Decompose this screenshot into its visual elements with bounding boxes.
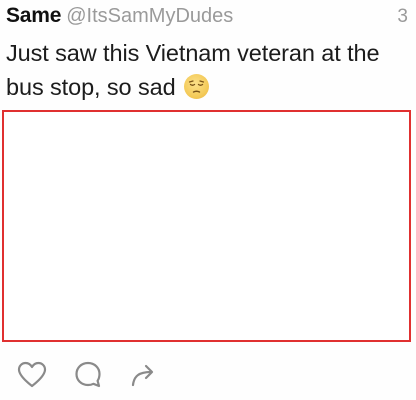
tweet-card: Same @ItsSamMyDudes 3 Just saw this Vietn… <box>0 0 416 400</box>
display-name[interactable]: Same <box>6 4 61 27</box>
tweet-text: Just saw this Vietnam veteran at the bus… <box>6 36 410 104</box>
reply-button[interactable] <box>72 360 104 390</box>
reply-icon <box>75 361 101 388</box>
timestamp[interactable]: 3 <box>397 6 408 28</box>
tweet-actions <box>16 360 184 390</box>
like-button[interactable] <box>16 360 48 390</box>
pensive-face-emoji <box>183 74 209 99</box>
share-arrow-icon <box>131 364 154 387</box>
user-handle[interactable]: @ItsSamMyDudes <box>66 5 233 27</box>
heart-icon <box>17 361 47 388</box>
share-button[interactable] <box>128 360 160 390</box>
media-placeholder[interactable] <box>2 110 411 342</box>
tweet-header: Same @ItsSamMyDudes 3 <box>6 4 410 34</box>
